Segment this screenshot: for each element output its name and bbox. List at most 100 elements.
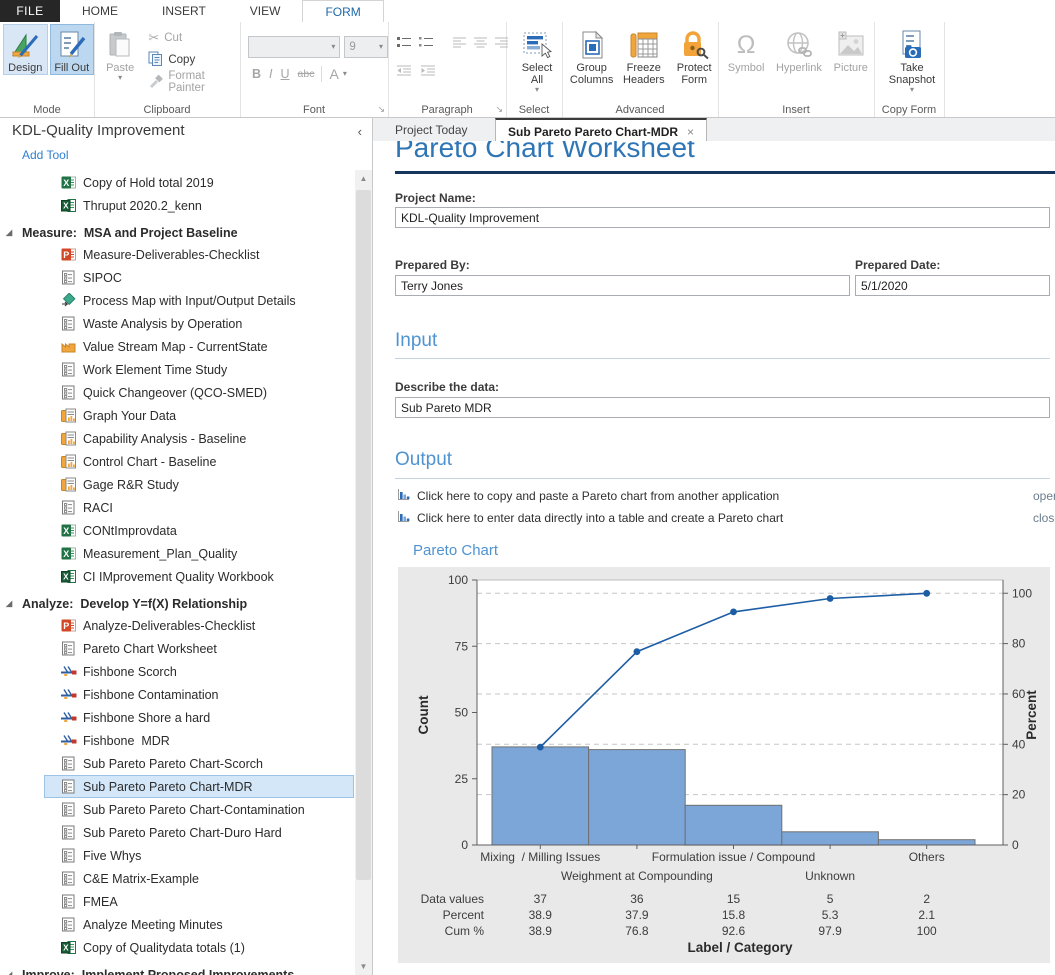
tree-item[interactable]: Sub Pareto Pareto Chart-MDR [44,775,354,798]
tab-insert[interactable]: INSERT [140,0,228,22]
tree-item[interactable]: RACI [44,496,354,519]
ppt-icon: P [61,618,77,633]
svg-text:X: X [63,202,69,211]
scroll-down-icon[interactable]: ▼ [355,958,372,975]
svg-text:X: X [63,526,69,536]
tree-item[interactable]: SIPOC [44,266,354,289]
fill-out-button[interactable]: Fill Out [50,24,95,75]
select-all-button[interactable]: Select All ▾ [512,24,562,95]
tree-item[interactable]: Capability Analysis - Baseline [44,427,354,450]
tree-item[interactable]: Graph Your Data [44,404,354,427]
format-painter-icon [148,74,163,91]
tree-item[interactable]: Work Element Time Study [44,358,354,381]
svg-text:X: X [63,549,69,559]
tree-item[interactable]: Value Stream Map - CurrentState [44,335,354,358]
fishbone-icon [61,687,77,702]
design-button[interactable]: Design [3,24,48,75]
tree-section[interactable]: ◢Analyze: Develop Y=f(X) Relationship [6,593,354,614]
tab-home[interactable]: HOME [60,0,140,22]
sidebar-scrollbar[interactable]: ▲ ▼ [355,170,372,975]
svg-text:80: 80 [1012,637,1026,651]
protect-form-button[interactable]: Protect Form [670,24,718,87]
prepared-by-input[interactable] [395,275,850,296]
tree-item[interactable]: Fishbone MDR [44,729,354,752]
tab-project-today[interactable]: Project Today [383,118,480,141]
close-tab-icon[interactable]: × [687,125,694,139]
form-icon [61,779,77,794]
cumulative-point [634,648,641,655]
tree-item[interactable]: Sub Pareto Pareto Chart-Duro Hard [44,821,354,844]
tree-item[interactable]: Quick Changeover (QCO-SMED) [44,381,354,404]
svg-text:75: 75 [455,639,469,653]
tree-item[interactable]: XCopy of Hold total 2019 [44,171,354,194]
tree-item[interactable]: Waste Analysis by Operation [44,312,354,335]
tree-item[interactable]: XCONtImprovdata [44,519,354,542]
left-axis-label: Count [416,695,431,734]
font-dialog-launcher-icon[interactable]: ↘ [377,105,385,114]
tab-form[interactable]: FORM [302,0,383,22]
fishbone-icon [61,733,77,748]
pareto-bar [782,832,879,845]
tree-item[interactable]: Five Whys [44,844,354,867]
collapse-sidebar-icon[interactable]: ‹ [358,124,362,139]
tree-item[interactable]: Fishbone Shore a hard [44,706,354,729]
tree-section[interactable]: ◢Improve: Implement Proposed Improvement… [6,964,354,975]
scrollbar-thumb[interactable] [356,190,371,880]
tree-item[interactable]: FMEA [44,890,354,913]
tree-expanded-icon: ◢ [6,599,16,608]
project-name-input[interactable] [395,207,1050,228]
tree-item[interactable]: Process Map with Input/Output Details [44,289,354,312]
prepared-date-input[interactable] [855,275,1050,296]
open-link[interactable]: open [1033,489,1055,503]
form-icon [61,756,77,771]
take-snapshot-button[interactable]: Take Snapshot ▾ [881,24,943,95]
close-link[interactable]: close [1033,511,1055,525]
add-tool-link[interactable]: Add Tool [22,148,68,162]
freeze-headers-button[interactable]: Freeze Headers [617,24,670,87]
document-tab-bar: Project Today Sub Pareto Pareto Chart-MD… [373,118,1055,141]
tree-section[interactable]: ◢Measure: MSA and Project Baseline [6,222,354,243]
tree-item[interactable]: Control Chart - Baseline [44,450,354,473]
copy-paste-pareto-link[interactable]: Click here to copy and paste a Pareto ch… [397,488,779,504]
tree-item[interactable]: PMeasure-Deliverables-Checklist [44,243,354,266]
tree-item[interactable]: XCopy of Qualitydata totals (1) [44,936,354,959]
tree-item[interactable]: Gage R&R Study [44,473,354,496]
tree-item[interactable]: PAnalyze-Deliverables-Checklist [44,614,354,637]
describe-data-input[interactable] [395,397,1050,418]
font-name-combo[interactable]: ▾ [248,36,340,58]
project-sidebar: KDL-Quality Improvement ‹ Add Tool XCopy… [0,118,373,975]
tree-item[interactable]: XCI IMprovement Quality Workbook [44,565,354,588]
svg-text:25: 25 [455,772,469,786]
bullet-list-icon[interactable] [396,35,412,54]
tree-item[interactable]: XMeasurement_Plan_Quality [44,542,354,565]
table-cell: 38.9 [529,924,553,938]
table-row-label: Percent [443,908,485,922]
group-columns-icon [578,28,606,62]
copy-button[interactable]: Copy [148,49,240,71]
font-size-caret-icon: ▾ [379,43,383,51]
output-section-rule [395,478,1050,479]
font-size-combo[interactable]: 9▾ [344,36,388,58]
tree-item[interactable]: Analyze Meeting Minutes [44,913,354,936]
form-icon [61,270,77,285]
table-row-label: Cum % [445,924,485,938]
file-menu-button[interactable]: FILE [0,0,60,22]
tab-view[interactable]: VIEW [228,0,303,22]
tree-item[interactable]: XThruput 2020.2_kenn [44,194,354,217]
tree-item[interactable]: Sub Pareto Pareto Chart-Scorch [44,752,354,775]
svg-text:50: 50 [455,706,469,720]
group-columns-button[interactable]: Group Columns [566,24,617,87]
tree-item[interactable]: C&E Matrix-Example [44,867,354,890]
scroll-up-icon[interactable]: ▲ [355,170,372,187]
hyperlink-icon [784,28,814,62]
tree-item[interactable]: Fishbone Scorch [44,660,354,683]
enter-data-link[interactable]: Click here to enter data directly into a… [397,510,783,526]
tree-item[interactable]: Pareto Chart Worksheet [44,637,354,660]
align-left-icon [452,36,467,54]
tab-sub-pareto-mdr[interactable]: Sub Pareto Pareto Chart-MDR × [495,118,707,143]
tree-item[interactable]: Fishbone Contamination [44,683,354,706]
numbered-list-icon[interactable] [418,35,434,54]
take-snapshot-caret-icon: ▾ [910,86,914,94]
tree-item[interactable]: Sub Pareto Pareto Chart-Contamination [44,798,354,821]
paragraph-dialog-launcher-icon[interactable]: ↘ [495,105,503,114]
